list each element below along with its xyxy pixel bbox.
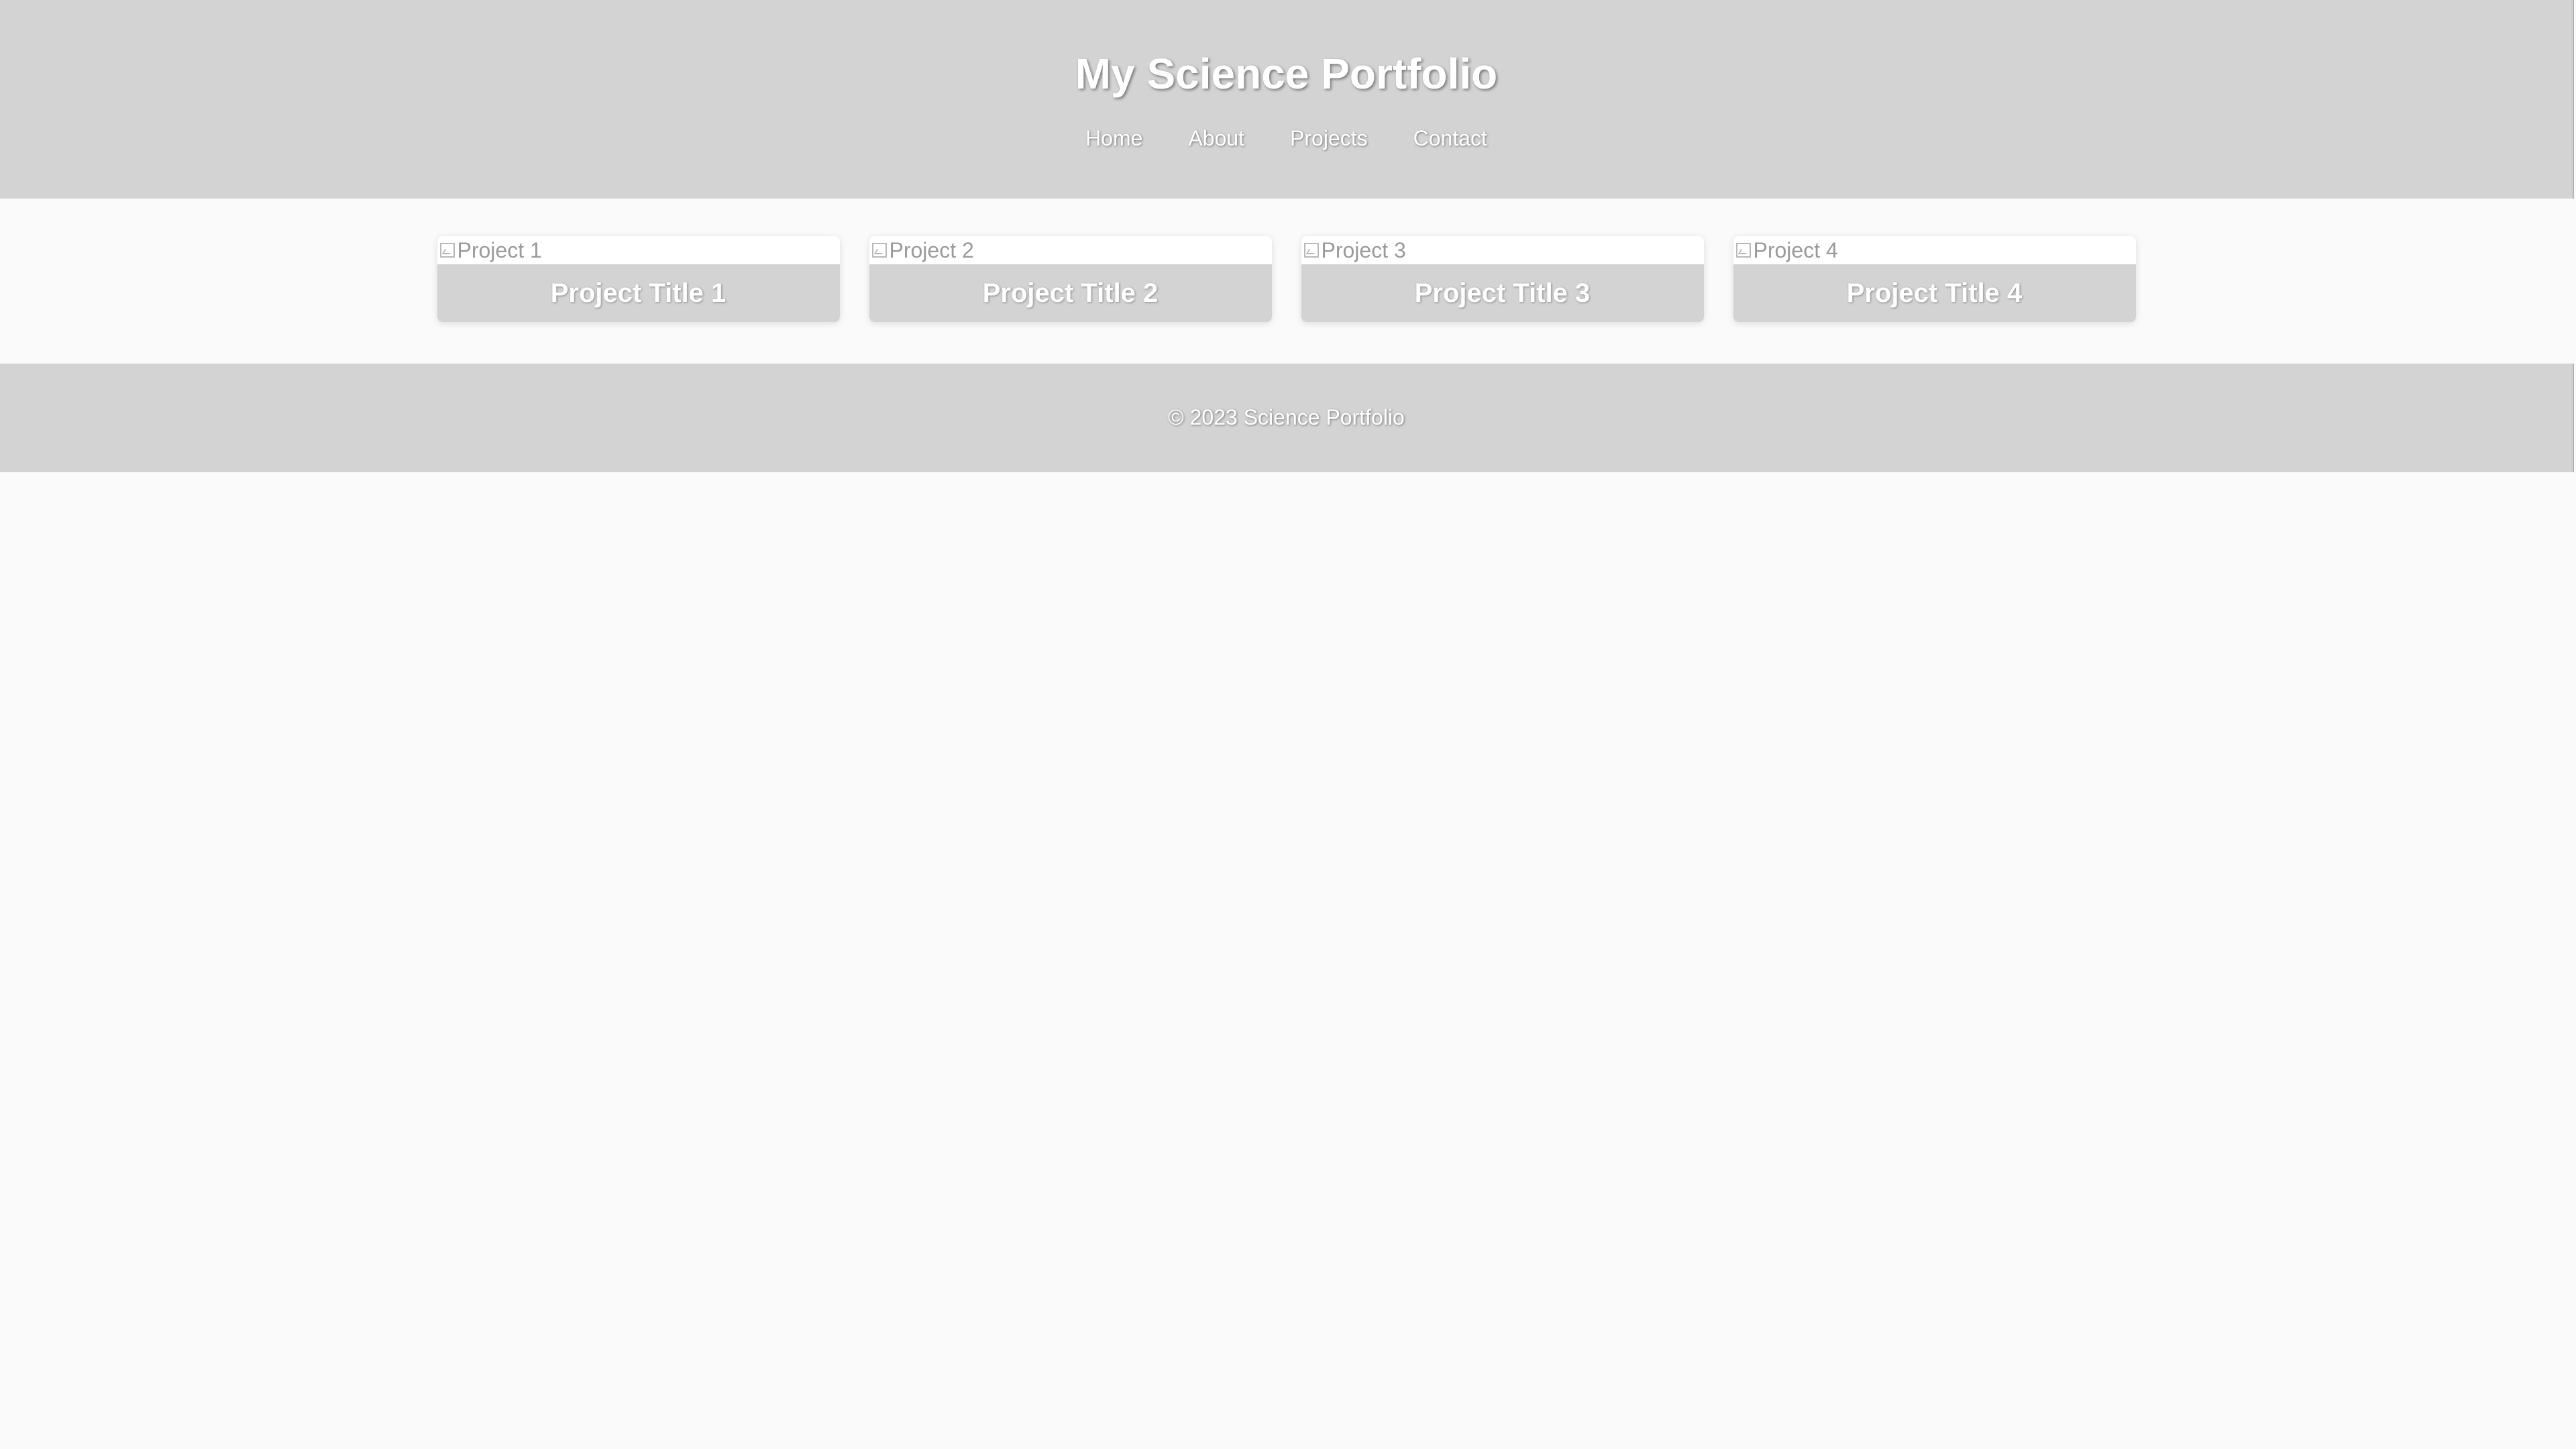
project-image: Project 4 — [1733, 236, 2136, 264]
project-title: Project Title 1 — [437, 264, 840, 322]
nav-link-projects[interactable]: Projects — [1267, 125, 1391, 152]
project-image-alt: Project 2 — [889, 237, 974, 262]
project-image: Project 2 — [869, 236, 1272, 264]
broken-image-icon — [439, 243, 455, 258]
nav-link-contact[interactable]: Contact — [1391, 125, 1510, 152]
site-footer: © 2023 Science Portfolio — [0, 364, 2574, 472]
site-header: My Science Portfolio Home About Projects… — [0, 0, 2574, 199]
project-image: Project 3 — [1301, 236, 1704, 264]
project-grid: Project 1 Project Title 1 Project 2 Proj… — [0, 236, 2573, 322]
project-card[interactable]: Project 4 Project Title 4 — [1733, 236, 2136, 322]
site-title: My Science Portfolio — [1075, 50, 1498, 98]
project-image-alt: Project 4 — [1753, 237, 1838, 262]
nav-link-about[interactable]: About — [1165, 125, 1267, 152]
project-title: Project Title 3 — [1301, 264, 1704, 322]
broken-image-icon — [871, 243, 887, 258]
project-title: Project Title 4 — [1733, 264, 2136, 322]
footer-copyright: © 2023 Science Portfolio — [1168, 405, 1405, 429]
project-card[interactable]: Project 3 Project Title 3 — [1301, 236, 1704, 322]
main-nav: Home About Projects Contact — [0, 125, 2573, 152]
project-card[interactable]: Project 2 Project Title 2 — [869, 236, 1272, 322]
project-card[interactable]: Project 1 Project Title 1 — [437, 236, 840, 322]
nav-link-home[interactable]: Home — [1063, 125, 1165, 152]
broken-image-icon — [1735, 243, 1751, 258]
project-image: Project 1 — [437, 236, 840, 264]
project-image-alt: Project 1 — [457, 237, 542, 262]
project-image-alt: Project 3 — [1321, 237, 1406, 262]
project-title: Project Title 2 — [869, 264, 1272, 322]
broken-image-icon — [1303, 243, 1319, 258]
